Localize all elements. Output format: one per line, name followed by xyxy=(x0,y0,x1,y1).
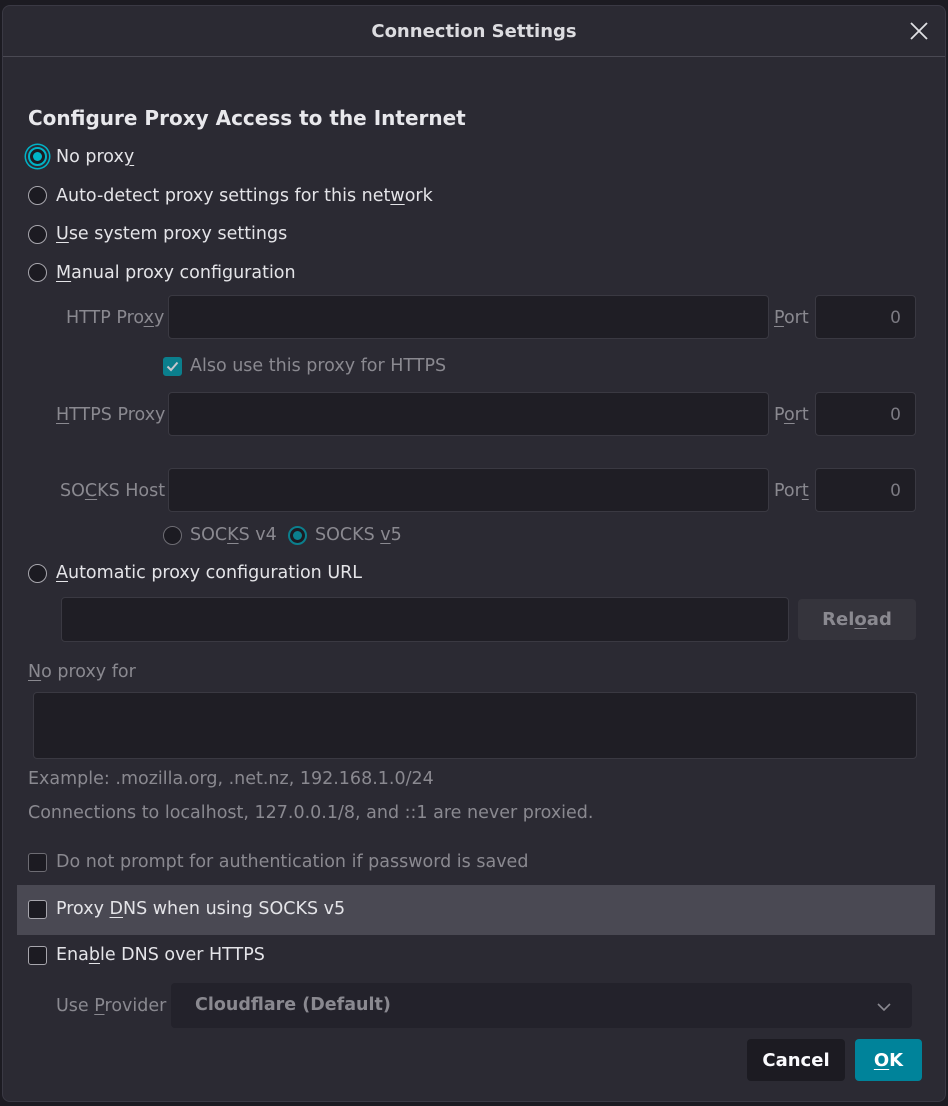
socks-v4-radio[interactable] xyxy=(163,526,182,545)
use-provider-label: Use Provider xyxy=(56,996,167,1016)
socks-port-label: Port xyxy=(774,481,809,501)
manual-proxy-radio[interactable] xyxy=(28,263,47,282)
no-proxy-label[interactable]: No proxy xyxy=(56,147,134,167)
proxy-dns-label[interactable]: Proxy DNS when using SOCKS v5 xyxy=(56,899,345,919)
section-heading: Configure Proxy Access to the Internet xyxy=(28,106,466,130)
auto-config-url-label[interactable]: Automatic proxy configuration URL xyxy=(56,563,362,583)
socks-v4-label[interactable]: SOCKS v4 xyxy=(190,525,277,545)
cancel-button[interactable]: Cancel xyxy=(747,1039,845,1081)
system-proxy-radio[interactable] xyxy=(28,225,47,244)
socks-v5-radio[interactable] xyxy=(288,526,307,545)
system-proxy-label[interactable]: Use system proxy settings xyxy=(56,224,287,244)
localhost-note: Connections to localhost, 127.0.0.1/8, a… xyxy=(28,803,594,823)
provider-selected-value: Cloudflare (Default) xyxy=(195,995,391,1015)
auto-detect-label[interactable]: Auto-detect proxy settings for this netw… xyxy=(56,186,433,206)
no-prompt-auth-checkbox[interactable] xyxy=(28,853,47,872)
dns-over-https-checkbox[interactable] xyxy=(28,946,47,965)
http-port-label: Port xyxy=(774,308,809,328)
no-proxy-example: Example: .mozilla.org, .net.nz, 192.168.… xyxy=(28,769,434,789)
http-proxy-input[interactable] xyxy=(168,295,769,339)
checkmark-icon xyxy=(166,361,179,372)
provider-select[interactable]: Cloudflare (Default) xyxy=(171,983,912,1028)
https-proxy-input[interactable] xyxy=(168,392,769,436)
socks-host-input[interactable] xyxy=(168,468,769,512)
no-proxy-radio[interactable] xyxy=(28,147,47,166)
http-proxy-label: HTTP Proxy xyxy=(66,308,165,328)
dialog-title: Connection Settings xyxy=(371,21,577,42)
chevron-down-icon xyxy=(876,998,892,1018)
close-icon[interactable] xyxy=(907,19,931,43)
also-https-label[interactable]: Also use this proxy for HTTPS xyxy=(190,356,446,376)
reload-button[interactable]: Rel o ad xyxy=(798,599,916,640)
no-prompt-auth-label[interactable]: Do not prompt for authentication if pass… xyxy=(56,852,528,872)
no-proxy-for-textarea[interactable] xyxy=(33,692,917,759)
also-https-checkbox[interactable] xyxy=(163,357,182,376)
https-port-label: Port xyxy=(774,405,809,425)
https-proxy-label: HTTPS Proxy xyxy=(56,405,166,425)
socks-port-input[interactable]: 0 xyxy=(815,468,916,512)
auto-detect-radio[interactable] xyxy=(28,186,47,205)
manual-proxy-label[interactable]: Manual proxy configuration xyxy=(56,263,296,283)
auto-config-url-input[interactable] xyxy=(61,597,789,642)
dns-over-https-label[interactable]: Enable DNS over HTTPS xyxy=(56,945,265,965)
ok-button[interactable]: OK xyxy=(855,1039,922,1081)
auto-config-url-radio[interactable] xyxy=(28,564,47,583)
https-port-input[interactable]: 0 xyxy=(815,392,916,436)
connection-settings-dialog: Connection Settings Configure Proxy Acce… xyxy=(2,5,946,1102)
title-bar: Connection Settings xyxy=(3,6,945,57)
socks-v5-label[interactable]: SOCKS v5 xyxy=(315,525,402,545)
http-port-input[interactable]: 0 xyxy=(815,295,916,339)
no-proxy-for-label: No proxy for xyxy=(28,662,136,682)
socks-host-label: SOCKS Host xyxy=(60,481,166,501)
proxy-dns-checkbox[interactable] xyxy=(28,900,47,919)
